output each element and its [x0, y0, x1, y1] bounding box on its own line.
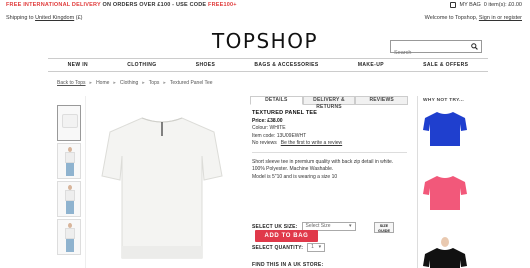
tee-image — [101, 117, 223, 259]
tee-thumbnail-image — [62, 114, 78, 128]
add-to-bag-button[interactable]: ADD TO BAG — [255, 230, 318, 242]
quantity-label: SELECT QUANTITY: — [252, 244, 304, 251]
pink-top-image — [423, 176, 467, 210]
quantity-value: 1 — [311, 244, 314, 250]
chevron-down-icon: ▾ — [349, 223, 352, 229]
promo-text[interactable]: FREE INTERNATIONAL DELIVERY ON ORDERS OV… — [6, 0, 237, 10]
product-title: TEXTURED PANEL TEE — [252, 110, 318, 116]
model-info: Model is 5"10 and is wearing a size 10 — [252, 173, 338, 180]
find-in-store-heading: FIND THIS IN A UK STORE: — [252, 262, 324, 268]
back-to-tops-link[interactable]: Back to Tops — [57, 80, 86, 86]
chevron-down-icon: ▾ — [318, 244, 322, 250]
model-thumbnail-image — [65, 147, 75, 177]
size-guide-button[interactable]: SIZE GUIDE — [374, 222, 394, 233]
why-not-try-heading: WHY NOT TRY... — [423, 98, 464, 103]
free-delivery-label: FREE INTERNATIONAL DELIVERY — [6, 2, 101, 8]
main-product-image[interactable] — [85, 96, 237, 268]
breadcrumb: Back to Tops ▸ Home ▸ Clothing ▸ Tops ▸ … — [57, 80, 213, 86]
thumbnail-front[interactable] — [57, 105, 81, 141]
product-price: Price: £38.00 — [252, 117, 283, 124]
review-row: No reviews Be the first to write a revie… — [252, 140, 407, 148]
nav-clothing[interactable]: CLOTHING — [127, 62, 156, 68]
sub-bar: Shipping to United Kingdom (£) Welcome t… — [0, 14, 530, 22]
nav-bags-accessories[interactable]: BAGS & ACCESSORIES — [254, 62, 318, 68]
shipping-info: Shipping to United Kingdom (£) — [6, 14, 82, 22]
nav-shoes[interactable]: SHOES — [196, 62, 216, 68]
suggested-product-black-top[interactable] — [421, 236, 469, 268]
breadcrumb-separator: ▸ — [113, 80, 116, 86]
my-bag[interactable]: MY BAG 0 item(s): £0.00 — [450, 0, 522, 10]
thumbnail-list — [57, 105, 81, 257]
quantity-row: SELECT QUANTITY: 1 ▾ — [252, 243, 326, 252]
thumbnail-model-2[interactable] — [57, 181, 81, 217]
breadcrumb-current: Textured Panel Tee — [169, 80, 213, 86]
thumbnail-model-3[interactable] — [57, 219, 81, 255]
currency-label: (£) — [75, 15, 83, 21]
product-description: Short sleeve tee in premium quality with… — [252, 158, 394, 173]
account-info: Welcome to Topshop, Sign in or register — [425, 14, 522, 22]
size-label: SELECT UK SIZE: — [252, 223, 298, 230]
breadcrumb-separator: ▸ — [163, 80, 166, 86]
breadcrumb-separator: ▸ — [142, 80, 145, 86]
country-link[interactable]: United Kingdom — [35, 15, 74, 21]
breadcrumb-tops[interactable]: Tops — [149, 80, 160, 86]
main-nav: NEW IN CLOTHING SHOES BAGS & ACCESSORIES… — [48, 58, 488, 72]
nav-make-up[interactable]: MAKE-UP — [358, 62, 384, 68]
breadcrumb-separator: ▸ — [89, 80, 93, 86]
no-reviews-label: No reviews — [252, 140, 277, 146]
welcome-text: Welcome to Topshop, — [424, 15, 478, 21]
write-review-link[interactable]: Be the first to write a review — [281, 140, 342, 148]
breadcrumb-home[interactable]: Home — [96, 80, 109, 86]
search-icon[interactable] — [471, 43, 478, 50]
product-item-code: Item code: 13U09EWHT — [252, 132, 307, 139]
tab-delivery-returns[interactable]: DELIVERY & RETURNS — [302, 96, 356, 110]
product-tabs: DETAILS DELIVERY & RETURNS REVIEWS — [250, 96, 409, 110]
promo-code: FREE100 — [208, 2, 234, 8]
search-box — [390, 40, 482, 59]
blue-top-image — [423, 112, 467, 146]
size-select-value: Select Size — [305, 223, 331, 229]
product-details: TEXTURED PANEL TEE Price: £38.00 Colour:… — [252, 110, 407, 181]
bag-summary: 0 item(s): £0.00 — [483, 2, 522, 8]
shipping-prefix: Shipping to — [6, 15, 34, 21]
signin-link[interactable]: Sign in or register — [479, 15, 522, 21]
search-input[interactable] — [391, 47, 469, 59]
offer-label: ON ORDERS OVER £100 - USE CODE — [102, 2, 207, 8]
promo-bar: FREE INTERNATIONAL DELIVERY ON ORDERS OV… — [0, 0, 530, 10]
product-colour: Colour: WHITE — [252, 125, 286, 131]
breadcrumb-clothing[interactable]: Clothing — [120, 80, 138, 86]
suggested-product-blue-top[interactable] — [421, 108, 469, 148]
bag-icon — [450, 2, 457, 8]
model-thumbnail-image — [65, 223, 75, 253]
suggested-product-pink-top[interactable] — [421, 172, 469, 212]
tab-reviews[interactable]: REVIEWS — [355, 96, 409, 105]
thumbnail-model-1[interactable] — [57, 143, 81, 179]
tab-details[interactable]: DETAILS — [250, 96, 303, 105]
quantity-select[interactable]: 1 ▾ — [307, 243, 326, 252]
nav-new-in[interactable]: NEW IN — [68, 62, 88, 68]
black-top-image — [423, 237, 467, 268]
nav-sale-offers[interactable]: SALE & OFFERS — [423, 62, 468, 68]
divider — [252, 151, 407, 153]
model-thumbnail-image — [65, 185, 75, 215]
why-not-try-panel: WHY NOT TRY... — [417, 96, 472, 268]
my-bag-label: MY BAG — [459, 2, 481, 8]
promo-plus: + — [233, 2, 237, 8]
